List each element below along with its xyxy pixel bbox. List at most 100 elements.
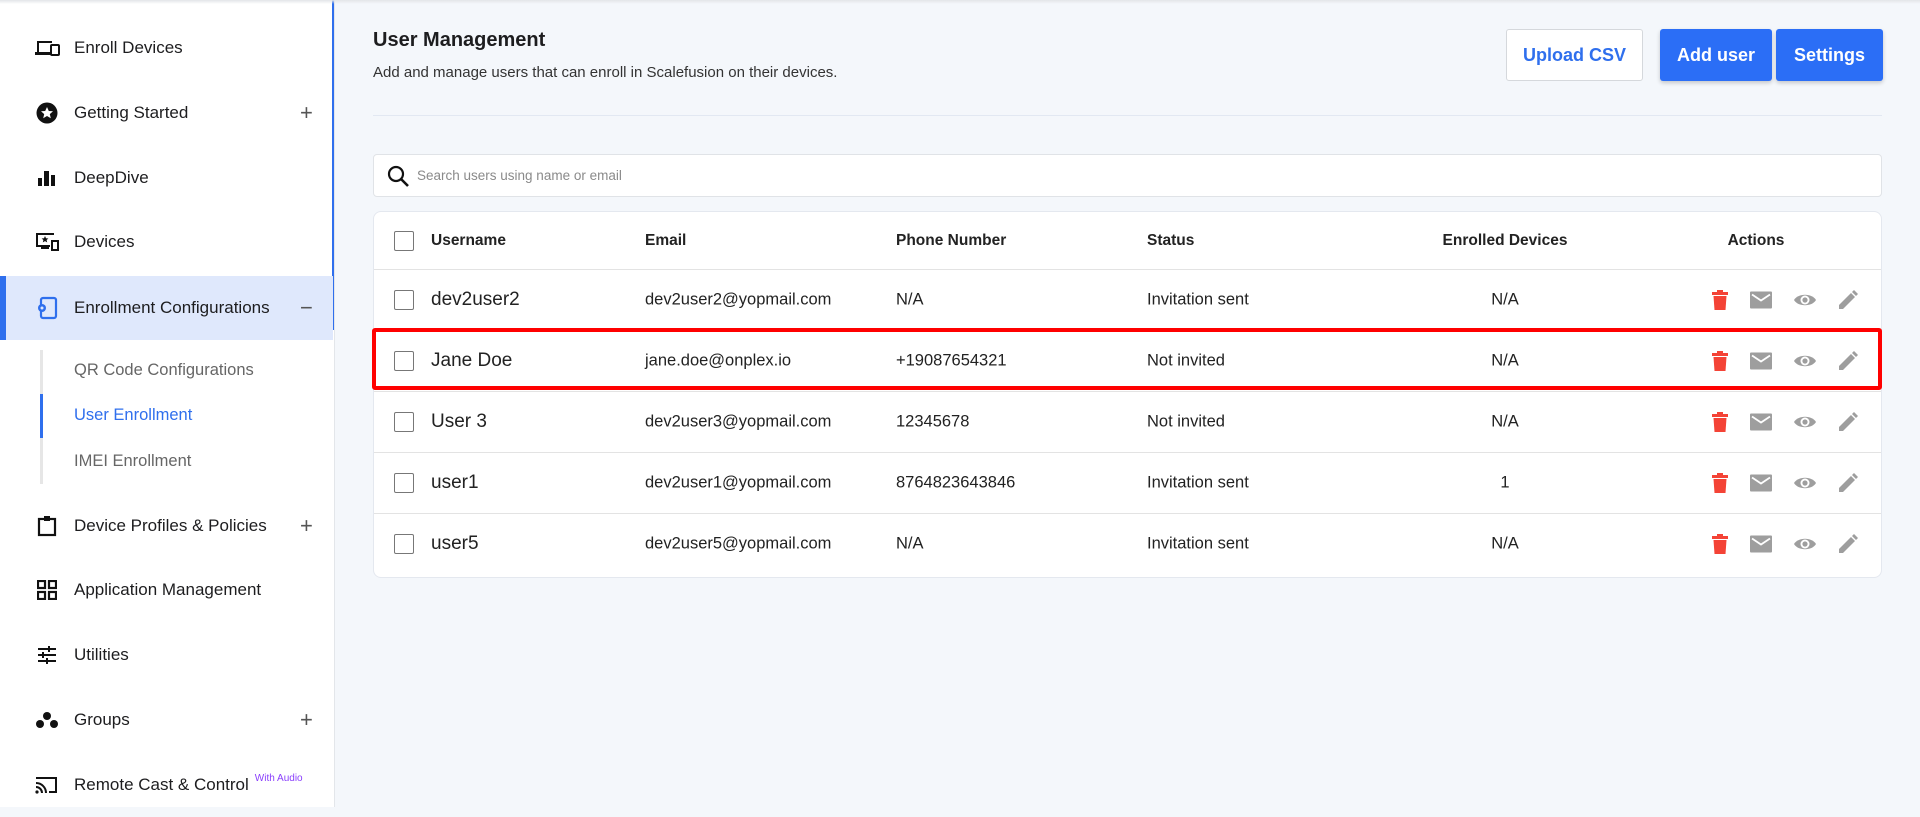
status: Invitation sent xyxy=(1147,534,1249,553)
expand-icon[interactable]: + xyxy=(300,707,313,733)
view-icon[interactable] xyxy=(1793,475,1817,491)
enrolled-devices: 1 xyxy=(1500,473,1510,492)
sidebar-item-application-management[interactable]: Application Management xyxy=(0,558,333,622)
status: Invitation sent xyxy=(1147,473,1249,492)
page-subtitle: Add and manage users that can enroll in … xyxy=(373,64,838,81)
sidebar-item-groups[interactable]: Groups + xyxy=(0,688,333,752)
column-actions: Actions xyxy=(1727,231,1785,249)
email-icon[interactable] xyxy=(1750,291,1772,309)
sidebar-item-deepdive[interactable]: DeepDive xyxy=(0,146,333,210)
bar-chart-icon xyxy=(34,165,60,191)
enrolled-devices: N/A xyxy=(1491,534,1519,553)
select-all-checkbox[interactable] xyxy=(394,230,414,251)
email: dev2user1@yopmail.com xyxy=(645,473,832,492)
cast-icon xyxy=(34,772,60,798)
phone-number: 12345678 xyxy=(896,412,970,431)
sidebar-item-enrollment-configurations[interactable]: Enrollment Configurations − xyxy=(0,276,333,340)
table-row[interactable]: user1 dev2user1@yopmail.com 876482364384… xyxy=(374,452,1881,513)
view-icon[interactable] xyxy=(1793,292,1817,308)
enrollment-icon xyxy=(34,295,60,321)
phone-number: N/A xyxy=(896,534,924,553)
sidebar-item-device-profiles[interactable]: Device Profiles & Policies + xyxy=(0,494,333,558)
row-checkbox[interactable] xyxy=(394,290,414,310)
row-checkbox[interactable] xyxy=(394,351,414,371)
row-checkbox[interactable] xyxy=(394,412,414,432)
table-row[interactable]: user5 dev2user5@yopmail.com N/A Invitati… xyxy=(374,513,1881,574)
search-bar xyxy=(373,154,1882,197)
enrolled-devices: N/A xyxy=(1491,351,1519,370)
table-row[interactable]: Jane Doe jane.doe@onplex.io +19087654321… xyxy=(374,330,1881,391)
edit-icon[interactable] xyxy=(1838,290,1858,310)
top-shadow xyxy=(0,0,1920,4)
sidebar-item-label: Groups xyxy=(74,710,130,729)
phone-number: 8764823643846 xyxy=(896,473,1016,492)
email-icon[interactable] xyxy=(1750,413,1772,431)
collapse-icon[interactable]: − xyxy=(300,295,313,321)
row-checkbox[interactable] xyxy=(394,473,414,493)
edit-icon[interactable] xyxy=(1838,351,1858,371)
delete-icon[interactable] xyxy=(1712,473,1728,493)
sidebar-subitem-imei-enrollment[interactable]: IMEI Enrollment xyxy=(74,452,191,471)
email-icon[interactable] xyxy=(1750,474,1772,492)
column-status[interactable]: Status xyxy=(1147,232,1194,250)
sidebar-item-label: DeepDive xyxy=(74,168,149,187)
delete-icon[interactable] xyxy=(1712,351,1728,371)
column-username[interactable]: Username xyxy=(431,232,506,250)
sidebar-item-enroll-devices[interactable]: Enroll Devices xyxy=(0,16,333,80)
sidebar-item-label: Devices xyxy=(74,232,135,251)
expand-icon[interactable]: + xyxy=(300,513,313,539)
sidebar-item-label: Remote Cast & Control With Audio xyxy=(74,773,303,794)
email: dev2user2@yopmail.com xyxy=(645,290,832,309)
view-icon[interactable] xyxy=(1793,536,1817,552)
column-email[interactable]: Email xyxy=(645,232,686,250)
sidebar-item-label: Enroll Devices xyxy=(74,38,183,57)
page-title: User Management xyxy=(373,29,546,51)
sliders-icon xyxy=(34,642,60,668)
add-user-button[interactable]: Add user xyxy=(1660,29,1772,81)
settings-button[interactable]: Settings xyxy=(1776,29,1883,81)
row-checkbox[interactable] xyxy=(394,534,414,554)
email: dev2user5@yopmail.com xyxy=(645,534,832,553)
sidebar-item-devices[interactable]: Devices xyxy=(0,210,333,274)
table-row[interactable]: dev2user2 dev2user2@yopmail.com N/A Invi… xyxy=(374,269,1881,330)
sidebar-item-label: Application Management xyxy=(74,580,262,599)
upload-csv-button[interactable]: Upload CSV xyxy=(1506,29,1643,81)
search-input[interactable] xyxy=(417,155,1817,196)
sidebar-item-label: Utilities xyxy=(74,645,129,664)
username: Jane Doe xyxy=(431,350,513,371)
delete-icon[interactable] xyxy=(1712,534,1728,554)
sidebar-subitem-qr-code[interactable]: QR Code Configurations xyxy=(74,361,254,380)
phone-number: N/A xyxy=(896,290,924,309)
enrolled-devices: N/A xyxy=(1491,290,1519,309)
sidebar-subitem-user-enrollment[interactable]: User Enrollment xyxy=(74,406,192,425)
table-header: Username Email Phone Number Status Enrol… xyxy=(374,212,1881,269)
email-icon[interactable] xyxy=(1750,352,1772,370)
email-icon[interactable] xyxy=(1750,535,1772,553)
sidebar-item-utilities[interactable]: Utilities xyxy=(0,623,333,687)
username: user5 xyxy=(431,533,479,554)
column-enrolled-devices[interactable]: Enrolled Devices xyxy=(1443,232,1568,250)
grid-icon xyxy=(34,577,60,603)
edit-icon[interactable] xyxy=(1838,412,1858,432)
devices-icon xyxy=(34,35,60,61)
sidebar-item-remote-cast[interactable]: Remote Cast & Control With Audio xyxy=(0,753,333,817)
table-row[interactable]: User 3 dev2user3@yopmail.com 12345678 No… xyxy=(374,391,1881,452)
delete-icon[interactable] xyxy=(1712,412,1728,432)
phone-number: +19087654321 xyxy=(896,351,1007,370)
sidebar-item-getting-started[interactable]: Getting Started + xyxy=(0,81,333,145)
delete-icon[interactable] xyxy=(1712,290,1728,310)
search-icon xyxy=(387,165,409,187)
edit-icon[interactable] xyxy=(1838,534,1858,554)
view-icon[interactable] xyxy=(1793,353,1817,369)
edit-icon[interactable] xyxy=(1838,473,1858,493)
monitor-star-icon xyxy=(34,229,60,255)
username: User 3 xyxy=(431,411,487,432)
view-icon[interactable] xyxy=(1793,414,1817,430)
email: dev2user3@yopmail.com xyxy=(645,412,832,431)
groups-icon xyxy=(34,707,60,733)
column-phone[interactable]: Phone Number xyxy=(896,232,1006,250)
expand-icon[interactable]: + xyxy=(300,100,313,126)
clipboard-icon xyxy=(34,513,60,539)
username: user1 xyxy=(431,472,479,493)
sidebar-item-label: Enrollment Configurations xyxy=(74,298,270,317)
